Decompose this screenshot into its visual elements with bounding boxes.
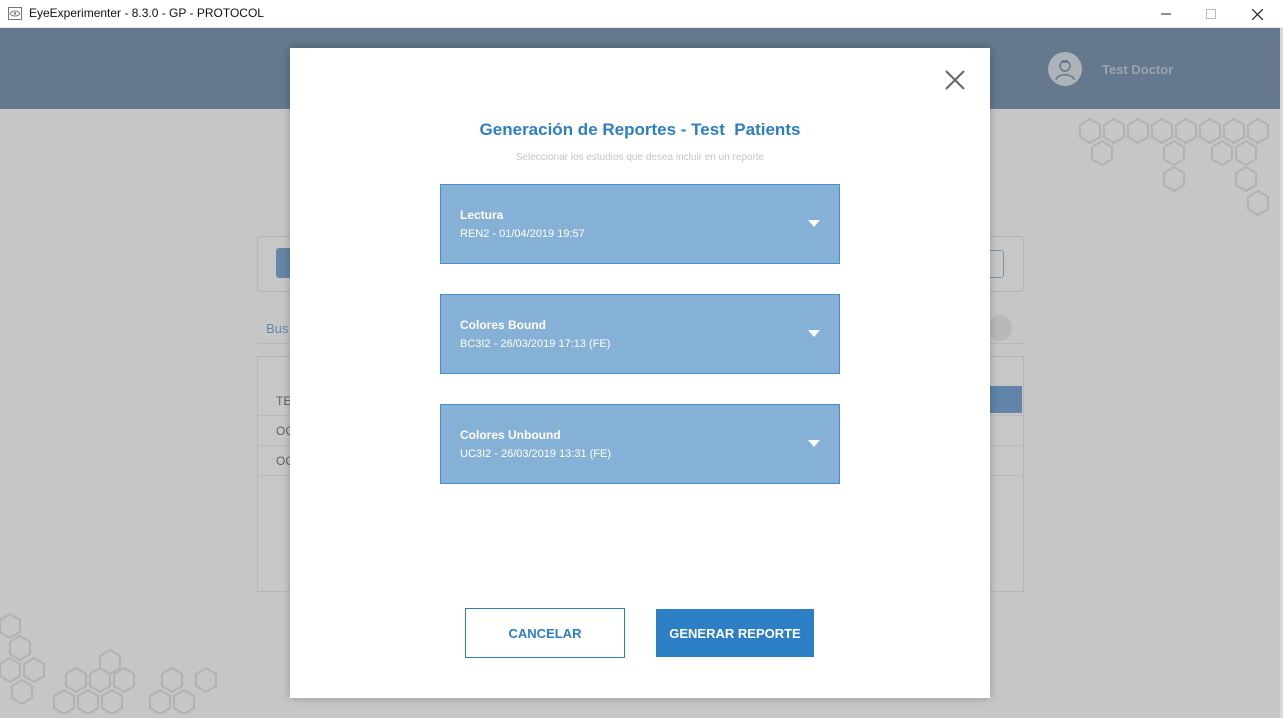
- study-name: Lectura: [460, 208, 504, 222]
- study-meta: UC3I2 - 26/03/2019 13:31 (FE): [460, 448, 612, 460]
- window-close-button[interactable]: [1234, 0, 1280, 28]
- dialog-close-button[interactable]: [942, 67, 968, 93]
- maximize-button[interactable]: [1188, 0, 1234, 28]
- generate-report-button[interactable]: GENERAR REPORTE: [656, 609, 814, 657]
- close-icon: [945, 70, 965, 90]
- report-generation-dialog: Generación de Reportes - Test Patients S…: [290, 48, 990, 698]
- dialog-title: Generación de Reportes - Test Patients: [479, 120, 801, 139]
- dialog-subtitle: Seleccionar los estudios que desea inclu…: [515, 152, 765, 163]
- chevron-down-icon[interactable]: [808, 220, 820, 227]
- app-eye-icon: [8, 7, 22, 20]
- window-titlebar: EyeExperimenter - 8.3.0 - GP - PROTOCOL: [0, 0, 1283, 28]
- study-item-colores-bound[interactable]: Colores Bound BC3I2 - 26/03/2019 17:13 (…: [440, 294, 840, 374]
- cancel-button[interactable]: CANCELAR: [465, 608, 625, 658]
- study-meta: BC3I2 - 26/03/2019 17:13 (FE): [460, 338, 611, 350]
- close-icon: [1251, 8, 1263, 20]
- study-item-lectura[interactable]: Lectura REN2 - 01/04/2019 19:57: [440, 184, 840, 264]
- study-name: Colores Unbound: [460, 428, 561, 442]
- maximize-icon: [1206, 9, 1216, 19]
- minimize-button[interactable]: [1143, 0, 1189, 28]
- window-title: EyeExperimenter - 8.3.0 - GP - PROTOCOL: [29, 6, 264, 20]
- study-item-colores-unbound[interactable]: Colores Unbound UC3I2 - 26/03/2019 13:31…: [440, 404, 840, 484]
- chevron-down-icon[interactable]: [808, 440, 820, 447]
- study-name: Colores Bound: [460, 318, 546, 332]
- minimize-icon: [1161, 13, 1171, 15]
- study-meta: REN2 - 01/04/2019 19:57: [460, 228, 585, 240]
- chevron-down-icon[interactable]: [808, 330, 820, 337]
